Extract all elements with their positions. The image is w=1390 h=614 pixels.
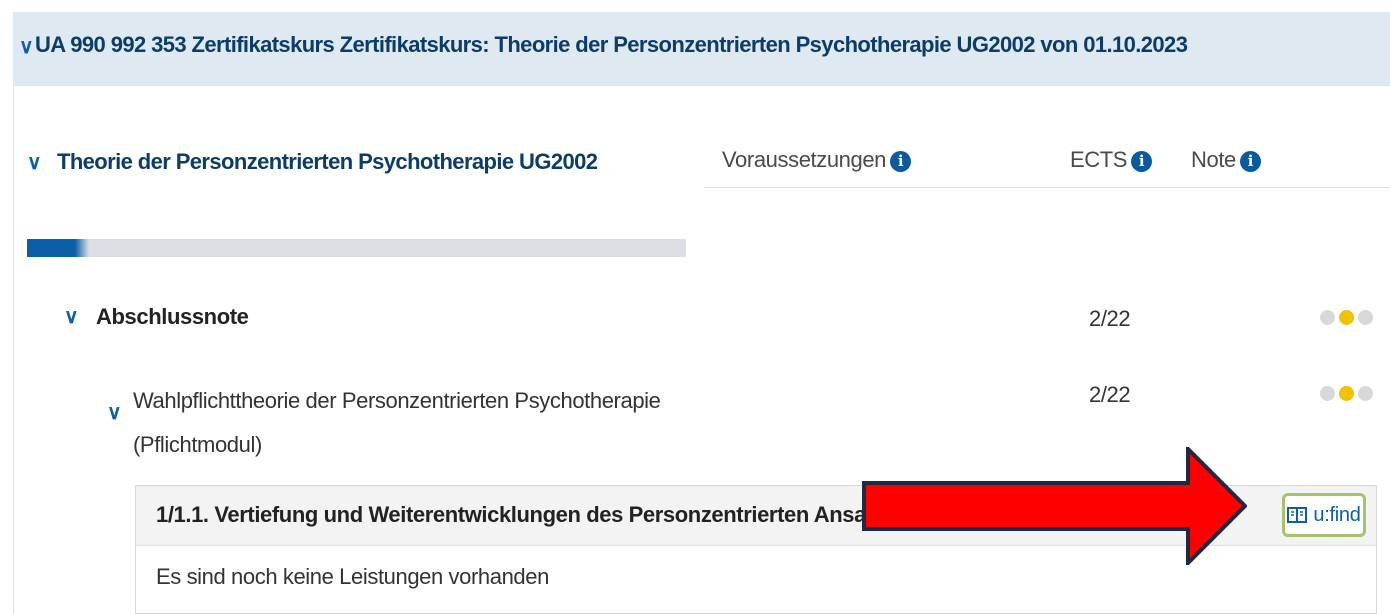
progress-fill: [27, 239, 76, 257]
progress-fade: [75, 239, 90, 257]
column-header-voraussetzungen: Voraussetzungen i: [722, 147, 912, 173]
ufind-label: u:find: [1313, 503, 1361, 526]
column-header-label: Voraussetzungen: [722, 147, 887, 172]
course-title: 1/1.1. Vertiefung und Weiterentwicklunge…: [156, 502, 908, 527]
grade-dot: [1320, 310, 1335, 325]
red-arrow-icon: [862, 447, 1247, 565]
section-title[interactable]: Theorie der Personzentrierten Psychother…: [57, 149, 598, 175]
grade-dot: [1339, 386, 1354, 401]
grade-dots: [1320, 310, 1373, 325]
chevron-down-icon[interactable]: ∨: [64, 304, 79, 329]
grade-dot: [1339, 310, 1354, 325]
row-label-abschlussnote[interactable]: Abschlussnote: [96, 304, 249, 330]
grade-dots: [1320, 386, 1373, 401]
program-header[interactable]: ∨ UA 990 992 353 Zertifikatskurs Zertifi…: [13, 12, 1390, 86]
row-label-wahlpflicht[interactable]: Wahlpflichttheorie der Personzentrierten…: [133, 379, 693, 467]
ects-value: 2/22: [1089, 306, 1131, 331]
chevron-down-icon[interactable]: ∨: [107, 400, 122, 425]
info-icon[interactable]: i: [1239, 151, 1261, 172]
chevron-down-icon[interactable]: ∨: [27, 150, 42, 175]
program-title: UA 990 992 353 Zertifikatskurs Zertifika…: [35, 32, 1188, 57]
header-divider: [704, 187, 1390, 188]
ufind-button[interactable]: u:find: [1282, 493, 1366, 537]
info-icon[interactable]: i: [1131, 151, 1153, 172]
book-icon: [1287, 507, 1308, 523]
grade-dot: [1358, 386, 1373, 401]
grade-dot: [1358, 310, 1373, 325]
chevron-down-icon[interactable]: ∨: [19, 34, 34, 59]
empty-message: Es sind noch keine Leistungen vorhanden: [156, 564, 549, 589]
column-header-ects: ECTS i: [1070, 147, 1153, 173]
ects-value: 2/22: [1089, 382, 1131, 407]
content-border: [13, 86, 14, 614]
column-header-label: ECTS: [1070, 147, 1128, 172]
row-label-line: Wahlpflichttheorie der Personzentrierten…: [133, 388, 661, 413]
column-header-label: Note: [1191, 147, 1236, 172]
progress-bar: [27, 239, 686, 257]
column-header-note: Note i: [1191, 147, 1261, 173]
info-icon[interactable]: i: [890, 151, 912, 172]
grade-dot: [1320, 386, 1335, 401]
row-label-line: (Pflichtmodul): [133, 432, 262, 457]
